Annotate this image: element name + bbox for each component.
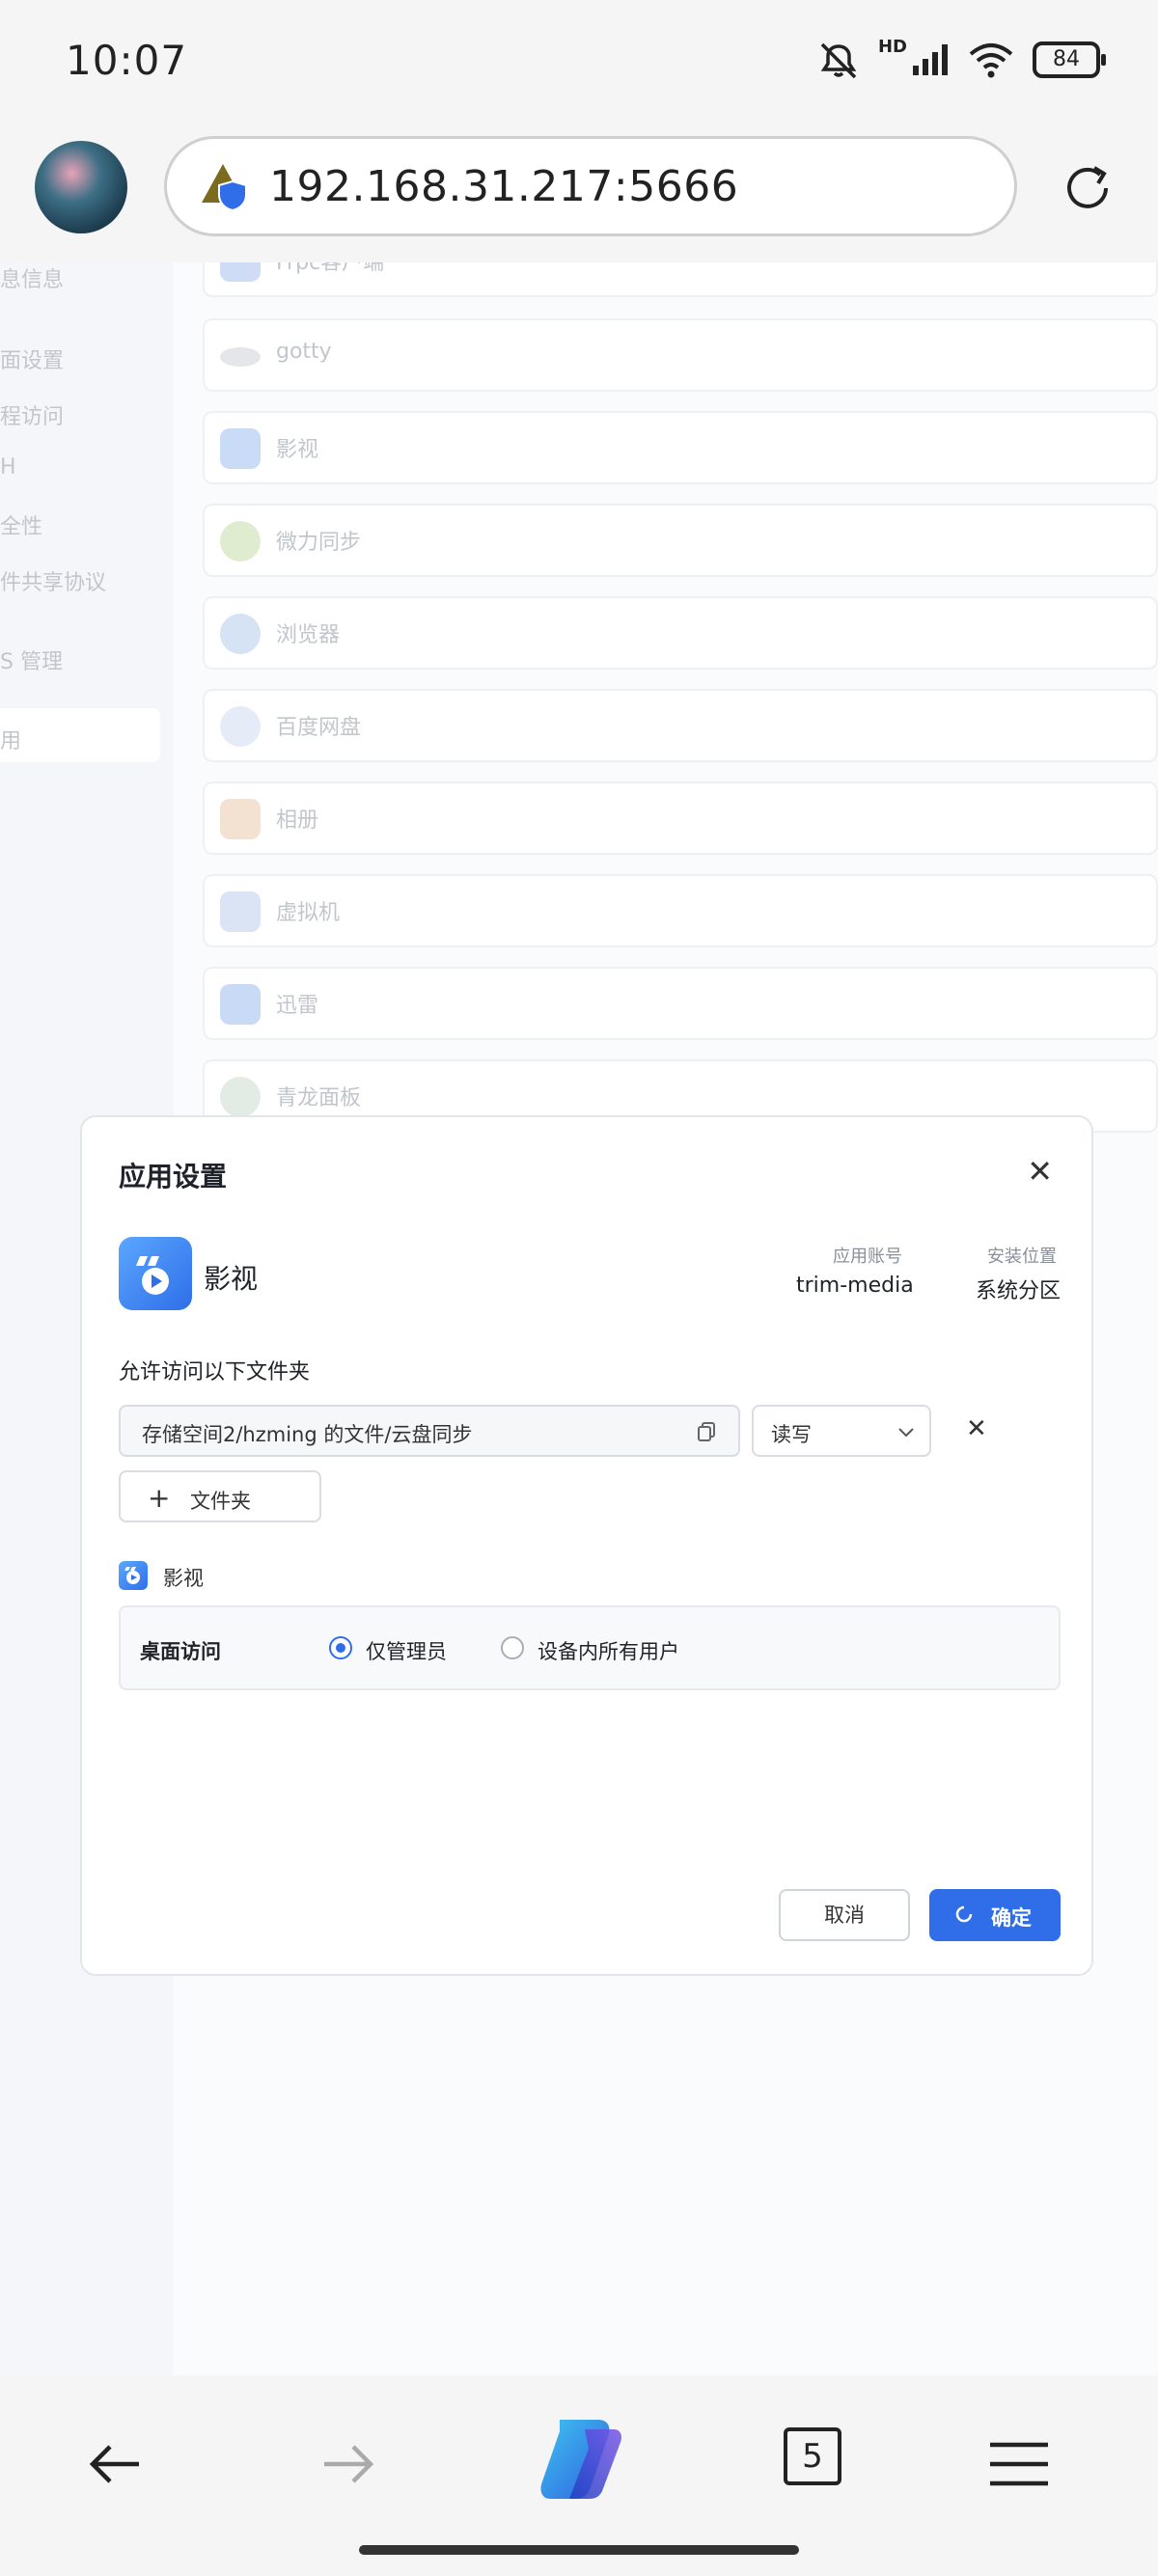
sidebar-item-remote[interactable]: 程访问 bbox=[0, 399, 64, 430]
signal-icon bbox=[913, 44, 948, 75]
cloud-icon bbox=[220, 706, 261, 747]
copilot-icon[interactable] bbox=[531, 2410, 627, 2507]
sub-app-name: 影视 bbox=[163, 1567, 204, 1590]
desktop-access-label: 桌面访问 bbox=[140, 1640, 221, 1663]
film-icon bbox=[220, 428, 261, 469]
home-indicator[interactable] bbox=[359, 2545, 799, 2555]
menu-icon[interactable] bbox=[980, 2425, 1058, 2503]
browser-toolbar: 192.168.31.217:5666 bbox=[0, 131, 1158, 262]
film-small-icon bbox=[119, 1561, 148, 1590]
dialog-title: 应用设置 bbox=[119, 1161, 228, 1192]
app-row-thunder[interactable]: 迅雷 bbox=[203, 967, 1158, 1040]
app-row-baidu[interactable]: 百度网盘 bbox=[203, 689, 1158, 762]
add-folder-label: 文件夹 bbox=[190, 1490, 251, 1513]
sidebar-item-info[interactable]: 息信息 bbox=[0, 262, 64, 293]
desktop-access-panel: 桌面访问 仅管理员 设备内所有用户 bbox=[119, 1605, 1061, 1690]
sidebar-item-desktop[interactable]: 面设置 bbox=[0, 343, 64, 374]
clock: 10:07 bbox=[66, 37, 188, 84]
sidebar-item-share-protocol[interactable]: 件共享协议 bbox=[0, 565, 106, 596]
address-bar[interactable]: 192.168.31.217:5666 bbox=[164, 136, 1017, 236]
remove-folder-icon[interactable]: ✕ bbox=[966, 1414, 987, 1443]
close-icon[interactable]: ✕ bbox=[1027, 1156, 1053, 1187]
account-label: 应用账号 bbox=[833, 1247, 902, 1267]
forward-arrow-icon[interactable] bbox=[309, 2425, 386, 2503]
sidebar-active-highlight bbox=[0, 708, 160, 762]
sidebar-item-security[interactable]: 全性 bbox=[0, 509, 42, 540]
sync-icon bbox=[220, 521, 261, 562]
frpc-icon bbox=[220, 262, 261, 282]
permission-select[interactable]: 读写 bbox=[752, 1405, 931, 1457]
radio-admin-only[interactable] bbox=[329, 1636, 352, 1659]
app-name: 影视 bbox=[204, 1263, 259, 1295]
app-row-browser[interactable]: 浏览器 bbox=[203, 596, 1158, 670]
radio-admin-only-label[interactable]: 仅管理员 bbox=[366, 1636, 447, 1665]
hd-label: HD bbox=[877, 36, 907, 57]
copy-icon[interactable] bbox=[696, 1421, 717, 1442]
sidebar-item-storage[interactable]: S 管理 bbox=[0, 644, 63, 675]
plus-icon: + bbox=[148, 1482, 171, 1514]
thunder-icon bbox=[220, 984, 261, 1025]
location-label: 安装位置 bbox=[987, 1247, 1057, 1267]
url-text[interactable]: 192.168.31.217:5666 bbox=[269, 162, 738, 211]
film-icon bbox=[136, 1256, 169, 1295]
back-arrow-icon[interactable] bbox=[77, 2425, 154, 2503]
app-row-vm[interactable]: 虚拟机 bbox=[203, 874, 1158, 947]
app-row-photos[interactable]: 相册 bbox=[203, 781, 1158, 855]
tab-count-button[interactable]: 5 bbox=[784, 2427, 841, 2485]
permission-value: 读写 bbox=[771, 1423, 812, 1446]
location-value: 系统分区 bbox=[976, 1279, 1062, 1303]
status-icons: HD 84 bbox=[816, 37, 1106, 79]
vm-icon bbox=[220, 891, 261, 932]
chevron-down-icon bbox=[898, 1428, 914, 1438]
confirm-button[interactable]: 确定 bbox=[929, 1889, 1061, 1941]
confirm-label: 确定 bbox=[991, 1906, 1032, 1930]
sidebar-item-ssh[interactable]: H bbox=[0, 455, 16, 480]
wifi-icon bbox=[969, 43, 1013, 78]
account-value: trim-media bbox=[796, 1274, 914, 1298]
radio-all-users-label[interactable]: 设备内所有用户 bbox=[538, 1636, 679, 1665]
radio-all-users[interactable] bbox=[501, 1636, 524, 1659]
mute-icon bbox=[820, 42, 857, 79]
cancel-button[interactable]: 取消 bbox=[779, 1889, 910, 1941]
battery-indicator: 84 bbox=[1033, 41, 1106, 78]
photo-icon bbox=[220, 799, 261, 839]
sidebar-item-apps[interactable]: 用 bbox=[0, 724, 21, 754]
avatar[interactable] bbox=[35, 141, 127, 233]
app-row-sync[interactable]: 微力同步 bbox=[203, 504, 1158, 577]
film-app-logo bbox=[119, 1237, 192, 1310]
folders-section-label: 允许访问以下文件夹 bbox=[119, 1360, 311, 1384]
gotty-icon bbox=[220, 347, 261, 367]
browser-bottom-bar: 5 bbox=[0, 2375, 1158, 2576]
folder-path-field[interactable]: 存储空间2/hzming 的文件/云盘同步 bbox=[119, 1405, 740, 1457]
app-row-film[interactable]: 影视 bbox=[203, 411, 1158, 484]
browser-icon bbox=[220, 614, 261, 654]
loading-spinner-icon bbox=[955, 1905, 973, 1923]
reload-icon[interactable] bbox=[1058, 158, 1117, 218]
security-warning-icon[interactable] bbox=[200, 162, 254, 212]
app-row-gotty[interactable]: gotty bbox=[203, 318, 1158, 392]
app-row-frpc[interactable]: Frpc客户端 bbox=[203, 262, 1158, 297]
qinglong-icon bbox=[220, 1077, 261, 1117]
status-bar: 10:07 HD 84 bbox=[0, 0, 1158, 131]
app-settings-dialog: 应用设置 ✕ 影视 应用账号 trim-media 安装位置 系统分区 允许访问… bbox=[80, 1115, 1093, 1976]
folder-path-text: 存储空间2/hzming 的文件/云盘同步 bbox=[142, 1423, 473, 1446]
add-folder-button[interactable]: + 文件夹 bbox=[119, 1470, 321, 1522]
